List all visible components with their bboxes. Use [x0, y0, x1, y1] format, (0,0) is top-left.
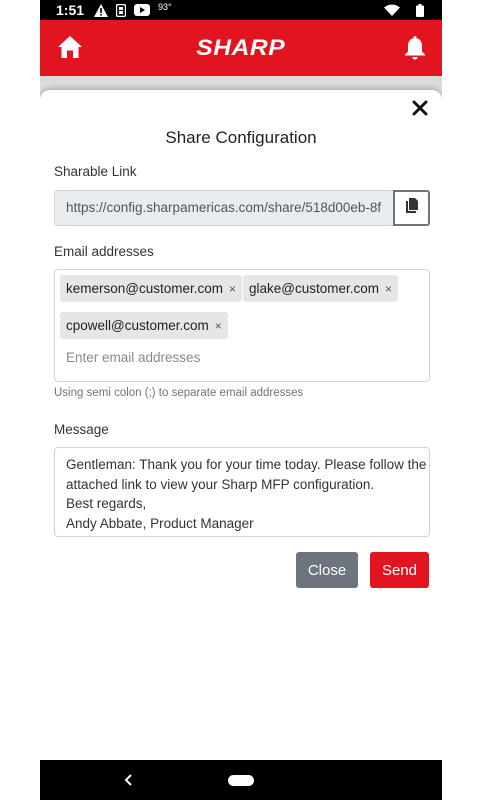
back-icon[interactable]: [122, 773, 134, 787]
warning-icon: [94, 3, 109, 17]
system-nav-bar: [40, 760, 442, 800]
copy-icon: [405, 197, 419, 219]
remove-email-icon[interactable]: ×: [229, 282, 236, 296]
sharp-logo: SHARP: [196, 35, 286, 60]
message-line: Best regards,: [66, 496, 147, 511]
bell-icon[interactable]: [404, 34, 426, 60]
share-configuration-modal: Share Configuration Sharable Link https:…: [40, 90, 442, 760]
email-addresses-label: Email addresses: [54, 244, 154, 259]
phone-screen: 1:51 93° SHARP Share Configuration Shara…: [40, 0, 442, 800]
sim-card-icon: [116, 3, 127, 17]
message-textarea[interactable]: Gentleman: Thank you for your time today…: [54, 447, 430, 537]
left-margin: [0, 0, 40, 800]
app-header: SHARP: [40, 20, 442, 76]
remove-email-icon[interactable]: ×: [385, 282, 392, 296]
wifi-icon: [384, 4, 400, 16]
message-line: Gentleman: Thank you for your time today…: [66, 457, 427, 472]
copy-link-button[interactable]: [393, 190, 430, 226]
status-right-icons: [384, 3, 432, 17]
remove-email-icon[interactable]: ×: [215, 319, 222, 333]
email-input-placeholder[interactable]: Enter email addresses: [66, 350, 200, 365]
email-chip: kemerson@customer.com ×: [60, 275, 243, 302]
home-icon[interactable]: [57, 35, 83, 59]
status-time: 1:51: [56, 2, 85, 18]
youtube-icon: [134, 4, 151, 16]
status-bar: 1:51 93°: [40, 0, 442, 20]
email-chip: cpowell@customer.com ×: [60, 312, 228, 339]
message-line: attached link to view your Sharp MFP con…: [66, 476, 375, 492]
email-chip-text: cpowell@customer.com: [66, 318, 209, 333]
sharable-link-input[interactable]: https://config.sharpamericas.com/share/5…: [54, 190, 393, 226]
close-icon[interactable]: [410, 98, 430, 118]
modal-title: Share Configuration: [165, 128, 317, 147]
message-label: Message: [54, 422, 109, 437]
right-margin: [442, 0, 480, 800]
sharable-link-group: https://config.sharpamericas.com/share/5…: [54, 190, 430, 226]
sharable-link-label: Sharable Link: [54, 164, 137, 179]
battery-icon: [416, 3, 424, 17]
status-temperature: 93°: [158, 2, 172, 12]
email-chip-text: glake@customer.com: [249, 281, 380, 296]
close-button[interactable]: Close: [296, 552, 358, 588]
message-line: Andy Abbate, Product Manager: [66, 515, 254, 531]
email-chip-text: kemerson@customer.com: [66, 281, 224, 296]
email-hint: Using semi colon (;) to separate email a…: [54, 387, 304, 399]
send-button[interactable]: Send: [370, 552, 429, 588]
home-pill-button[interactable]: [228, 775, 254, 786]
email-addresses-field[interactable]: kemerson@customer.com × glake@customer.co…: [54, 269, 430, 382]
email-chip: glake@customer.com ×: [243, 275, 399, 302]
